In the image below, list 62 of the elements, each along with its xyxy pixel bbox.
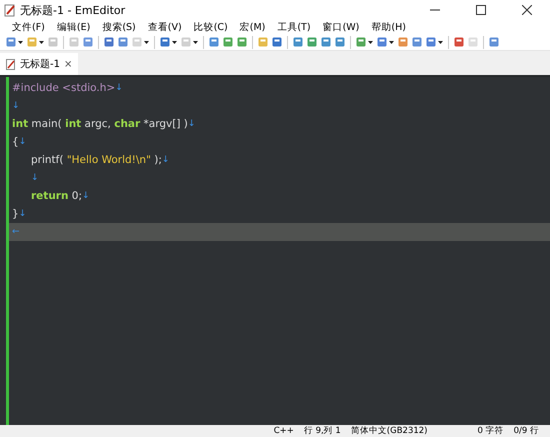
newline-mark: ↓	[188, 119, 196, 129]
code-text: *argv[] )	[142, 118, 188, 130]
code-editor[interactable]: #include <stdio.h>↓ ↓ int main( int argc, char *argv[] )↓ {↓ printf( "Hello World!\n" );↓ ↓ return 0;↓ }↓ ←	[0, 75, 550, 425]
code-text: 0;	[70, 190, 82, 202]
tab-label: 无标题-1	[20, 58, 60, 71]
menu-item[interactable]: 帮助(H)	[365, 20, 412, 34]
status-text: 0/9 行	[512, 425, 540, 437]
menu-item[interactable]: 编辑(E)	[50, 20, 96, 34]
status-text: 0 字符	[476, 425, 505, 437]
menu-item[interactable]: 比较(C)	[188, 20, 234, 34]
end-of-file-mark: ←	[12, 227, 20, 237]
code-keyword: int	[12, 118, 28, 130]
maximize-icon	[476, 5, 486, 15]
menu-item[interactable]: 文件(F)	[6, 20, 51, 34]
app-icon	[4, 4, 16, 16]
newline-mark: ↓	[82, 191, 90, 201]
menu-item[interactable]: 宏(M)	[234, 20, 272, 34]
toolbar-button[interactable]	[102, 34, 116, 50]
newline-mark: ↓	[115, 83, 123, 93]
caret-icon	[389, 40, 394, 44]
toolbar-button[interactable]	[452, 34, 466, 50]
code-text: argc,	[84, 118, 112, 130]
toolbar-button[interactable]	[4, 34, 25, 50]
toolbar-button[interactable]	[270, 34, 284, 50]
newline-mark: ↓	[12, 101, 20, 111]
newline-mark: ↓	[162, 155, 170, 165]
code-string: "Hello World!\n"	[66, 154, 151, 166]
caret-icon	[172, 40, 177, 44]
code-text: );	[153, 154, 162, 166]
status-text: 行 9,列 1	[302, 425, 342, 437]
code-text: }	[12, 208, 19, 220]
toolbar-button[interactable]	[25, 34, 46, 50]
code-keyword: int	[65, 118, 82, 130]
code-keyword: return	[31, 190, 68, 202]
newline-mark: ↓	[31, 173, 39, 183]
code-text: printf(	[31, 154, 64, 166]
caret-icon	[18, 40, 23, 44]
window-title: 无标题-1 - EmEditor	[20, 2, 126, 18]
caret-icon	[39, 40, 44, 44]
toolbar-button[interactable]	[158, 34, 179, 50]
menu-item[interactable]: 窗口(W)	[316, 20, 366, 34]
code-text: main(	[30, 118, 63, 130]
newline-mark: ↓	[18, 137, 26, 147]
toolbar-button[interactable]	[375, 34, 396, 50]
close-icon	[522, 5, 532, 15]
toolbar-button[interactable]	[424, 34, 445, 50]
tab-close-button[interactable]: ×	[64, 58, 72, 70]
menu-item[interactable]: 搜索(S)	[96, 20, 142, 34]
caret-icon	[144, 40, 149, 44]
code-text: {	[12, 136, 19, 148]
newline-mark: ↓	[18, 209, 26, 219]
code-directive: #include <stdio.h>	[12, 82, 116, 94]
menu-item[interactable]: 工具(T)	[271, 20, 317, 34]
caret-icon	[368, 40, 373, 44]
caret-icon	[438, 40, 443, 44]
document-tab[interactable]: 无标题-1 ×	[0, 53, 78, 75]
menu-item[interactable]: 查看(V)	[142, 20, 188, 34]
code-keyword: char	[114, 118, 140, 130]
caret-icon	[193, 40, 198, 44]
status-text: 简体中文(GB2312)	[350, 425, 428, 437]
toolbar-button[interactable]	[354, 34, 375, 50]
status-text: C++	[272, 426, 295, 436]
